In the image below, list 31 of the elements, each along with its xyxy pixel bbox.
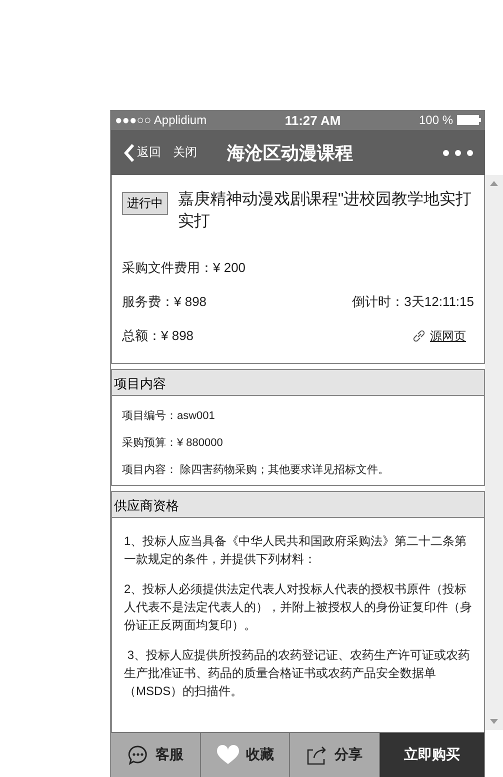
qualification-paragraph: 3、投标人应提供所投药品的农药登记证、农药生产许可证或农药生产批准证书、药品的质量合格证书或农药产品安全数据单（MSDS）的扫描件。 — [124, 647, 472, 700]
source-link[interactable]: 源网页 — [430, 328, 466, 344]
clock: 11:27 AM — [284, 112, 341, 128]
heart-icon — [216, 745, 240, 765]
section-header: 项目内容 — [112, 370, 484, 396]
back-button[interactable]: 返回 — [123, 142, 161, 162]
more-icon[interactable] — [443, 150, 473, 156]
project-title: 嘉庚精神动漫戏剧课程"进校园教学地实打实打 — [178, 190, 473, 232]
page-title: 海沧区动漫课程 — [227, 142, 354, 164]
detail-line: 项目编号：asw001 — [122, 409, 216, 423]
detail-line: 采购预算：¥ 880000 — [122, 436, 224, 450]
detail-line: 项目内容： 除四害药物采购；其他要求详见招标文件。 — [122, 462, 390, 477]
buy-button[interactable]: 立即购买 — [380, 733, 486, 777]
scrollbar[interactable] — [485, 175, 503, 730]
battery-icon — [457, 115, 481, 125]
service-fee: 服务费：¥ 898 — [122, 293, 207, 311]
section-header: 供应商资格 — [112, 492, 484, 518]
chat-icon — [127, 745, 150, 765]
scroll-up-icon[interactable] — [490, 181, 498, 186]
carrier-label: ●●●○○ Applidium — [115, 113, 207, 127]
total-amount: 总额：¥ 898 — [122, 327, 194, 345]
battery-percentage: 100 % — [418, 113, 453, 127]
scroll-down-icon[interactable] — [490, 719, 498, 724]
qualification-paragraph: 2、投标人必须提供法定代表人对投标人代表的授权书原件（投标人代表不是法定代表人的），并附上被授权人的身份证复印件（身份证正反两面均复印）。 — [124, 581, 473, 634]
link-icon — [412, 329, 426, 343]
qualification-paragraph: 1、投标人应当具备《中华人民共和国政府采购法》第二十二条第一款规定的条件，并提供下列材料： — [124, 533, 468, 568]
countdown: 倒计时：3天12:11:15 — [352, 293, 474, 311]
close-button[interactable]: 关闭 — [173, 144, 197, 161]
back-chevron-icon — [123, 142, 135, 162]
document-fee: 采购文件费用：¥ 200 — [122, 259, 246, 277]
status-badge: 进行中 — [122, 192, 168, 215]
